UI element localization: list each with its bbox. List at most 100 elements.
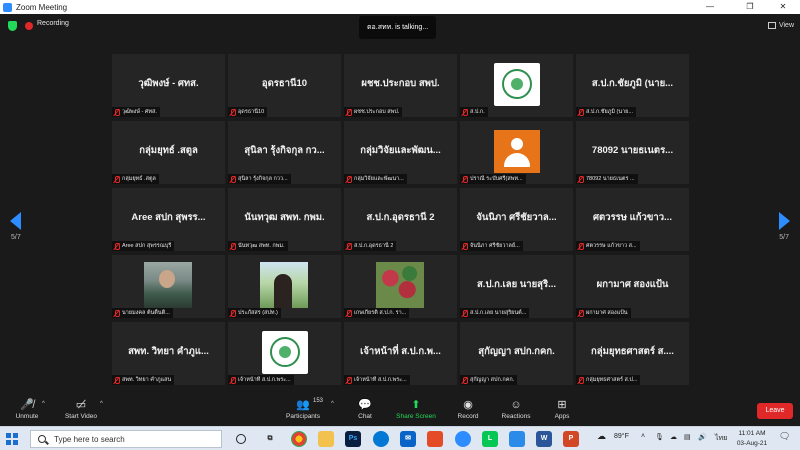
mail-icon[interactable]: ✉ [400,431,416,447]
participant-name-label: ปราณี ระบับศรี(สพท... [470,176,523,182]
close-button[interactable]: ✕ [766,0,800,14]
muted-mic-icon [230,309,236,317]
participant-tile[interactable]: ส.ป.ก.อุดรธานี 2 ส.ป.ก.อุดรธานี 2 [344,188,457,251]
organization-logo-icon [494,63,540,106]
edge-icon[interactable] [373,431,389,447]
participant-tile[interactable]: ผกามาศ สองแป้น ผกามาศ สองแป้น [576,255,689,318]
participant-tile[interactable]: ศตวรรษ แก้วขาว... ศตวรรษ แก้วขาว ส... [576,188,689,251]
participant-tile[interactable]: นันทวุฒ สพท. กพม. นันทวุฒ สพท. กพม. [228,188,341,251]
apps-button[interactable]: ⊞ Apps [537,398,587,420]
participant-nameplate: Aree สปก สุพรรณบุรี [112,241,175,251]
chat-button[interactable]: 💬 Chat [340,398,390,420]
maximize-button[interactable]: ❐ [733,0,767,14]
participant-tile[interactable]: สุนิลา รุ้งกิจกุล กว... สุนิลา รุ้งกิจกุล… [228,121,341,184]
chrome-icon[interactable] [291,431,307,447]
network-icon[interactable]: ▤ [684,433,691,441]
muted-mic-icon [462,242,468,250]
windows-start-icon[interactable] [6,433,18,445]
participant-name-label: สุกัญญา สปก.กคก. [470,377,515,383]
participant-tile[interactable]: อุดรธานี10 อุดรธานี10 [228,54,341,117]
weather-temp[interactable]: 89°F [614,433,629,440]
task-view-icon[interactable]: ⧉ [262,431,278,447]
record-icon: ◉ [463,399,473,411]
participant-display-name: ศตวรรษ แก้วขาว... [593,212,672,223]
participant-tile[interactable]: ส.ป.ก.เลย นายสุริ... ส.ป.ก.เลย นายสุริยนต… [460,255,573,318]
file-explorer-icon[interactable] [318,431,334,447]
language-indicator[interactable]: ไทย [715,433,727,444]
organization-logo-icon [262,331,308,374]
logo-emblem-icon [502,69,532,99]
participant-name-label: นันทวุฒ สพท. กพม. [238,243,285,249]
reactions-button[interactable]: ☺ Reactions [491,398,541,420]
notifications-icon[interactable]: 🗨 [779,431,790,442]
powerpoint-icon[interactable]: P [563,431,579,447]
participant-name-label: สุนิลา รุ้งกิจกุล กวว... [238,176,288,182]
zoom-logo-icon [3,2,12,12]
participant-tile[interactable]: เกษเกียรติ ส.ป.ก. รา... [344,255,457,318]
system-clock[interactable]: 11:01 AM 03-Aug-21 [732,429,772,449]
active-speaker-banner: ตอ.สทท. is talking... [359,16,437,39]
participant-tile[interactable]: ส.ป.ก. [460,54,573,117]
share-screen-button[interactable]: ⬆ Share Screen [391,398,441,420]
participant-name-label: ส.ป.ก. [470,109,485,115]
participant-nameplate: กลุ่มยุทธ์ .สตูล [112,174,159,184]
participant-tile[interactable]: ประภัสสร (สปท.) [228,255,341,318]
participant-display-name: กลุ่มวิจัยและพัฒน... [360,145,441,156]
taskbar-search-input[interactable] [54,434,214,444]
participants-count: 153 [313,398,324,404]
onedrive-icon[interactable]: ☁ [670,433,677,441]
audio-options-caret[interactable]: ^ [42,401,45,407]
participant-name-label: ศตวรรษ แก้วขาว ส... [586,243,637,249]
participant-tile[interactable]: กลุ่มยุทธศาสตร์ ส.... กลุ่มยุทธศาสตร์ ส.ป… [576,322,689,385]
tray-overflow-icon[interactable]: ˄ [641,433,645,440]
security-shield-icon[interactable] [8,21,17,31]
next-page-arrow-icon[interactable] [779,212,790,230]
participant-tile[interactable]: เจ้าหน้าที่ ส.ป.ก.พ... เจ้าหน้าที่ ส.ป.ก.… [344,322,457,385]
avatar-body [504,153,530,167]
participant-name-label: เจ้าหน้าที่ ส.ป.ก.พระ... [354,377,407,383]
chat-label: Chat [358,413,372,420]
photoshop-icon[interactable]: Ps [345,431,361,447]
participant-nameplate: กลุ่มวิจัยและพัฒนา... [344,174,407,184]
participant-nameplate: ส.ป.ก. [460,107,488,117]
muted-mic-icon [114,242,120,250]
app-icon[interactable] [509,431,525,447]
participant-tile[interactable]: กลุ่มวิจัยและพัฒน... กลุ่มวิจัยและพัฒนา..… [344,121,457,184]
view-button[interactable]: View [767,19,794,31]
word-icon[interactable]: W [536,431,552,447]
participant-tile[interactable]: กลุ่มยุทธ์ .สตูล กลุ่มยุทธ์ .สตูล [112,121,225,184]
participant-tile[interactable]: สพท. วิทยา คำภูแ... สพท. วิทยา คำภูแสน [112,322,225,385]
previous-page-arrow-icon[interactable] [10,212,21,230]
participant-tile[interactable]: จันนิภา ศรีชัยวาล... จันนิภา ศรีชัยวาลย์.… [460,188,573,251]
participant-nameplate: กลุ่มยุทธศาสตร์ ส.ป... [576,375,641,385]
microphone-tray-icon[interactable]: 🎙 [655,433,664,441]
cortana-icon[interactable] [236,434,246,444]
participant-tile[interactable]: Aree สปก สุพรร... Aree สปก สุพรรณบุรี [112,188,225,251]
taskbar-search[interactable] [30,430,222,448]
volume-icon[interactable]: 🔊 [698,433,707,441]
participant-display-name: กลุ่มยุทธศาสตร์ ส.... [591,346,674,357]
view-label: View [778,21,794,29]
office-icon[interactable] [427,431,443,447]
participant-tile[interactable]: วุฒิพงษ์ - ศทส. วุฒิพงษ์ - ศทส. [112,54,225,117]
participant-tile[interactable]: เจ้าหน้าที่ ส.ป.ก.พระ... [228,322,341,385]
participant-tile[interactable]: ผชช.ประกอบ สพป. ผชช.ประกอบ สพป. [344,54,457,117]
minimize-button[interactable]: — [693,0,727,14]
line-icon[interactable]: L [482,431,498,447]
start-video-button[interactable]: ▭̸ Start Video [56,398,106,420]
participant-tile[interactable]: นายมงคล ต้นติ้นติ... [112,255,225,318]
participants-caret[interactable]: ^ [331,401,334,407]
zoom-taskbar-icon[interactable] [455,431,471,447]
participant-tile[interactable]: 78092 นายธเนตร... 78092 นายธเนตร ... [576,121,689,184]
record-button[interactable]: ◉ Record [443,398,493,420]
participant-name-label: นายมงคล ต้นติ้นติ... [122,310,170,316]
participant-tile[interactable]: ส.ป.ก.ชัยภูมิ (นาย... ส.ป.ก.ชัยภูมิ (นาย.… [576,54,689,117]
video-options-caret[interactable]: ^ [100,401,103,407]
participant-name-label: ประภัสสร (สปท.) [238,310,278,316]
participant-tile[interactable]: ปราณี ระบับศรี(สพท... [460,121,573,184]
default-avatar-icon [494,130,540,173]
participant-nameplate: เจ้าหน้าที่ ส.ป.ก.พระ... [344,375,410,385]
leave-button[interactable]: Leave [757,403,793,419]
participant-tile[interactable]: สุกัญญา สปก.กคก. สุกัญญา สปก.กคก. [460,322,573,385]
weather-icon[interactable]: ☁ [597,431,606,442]
